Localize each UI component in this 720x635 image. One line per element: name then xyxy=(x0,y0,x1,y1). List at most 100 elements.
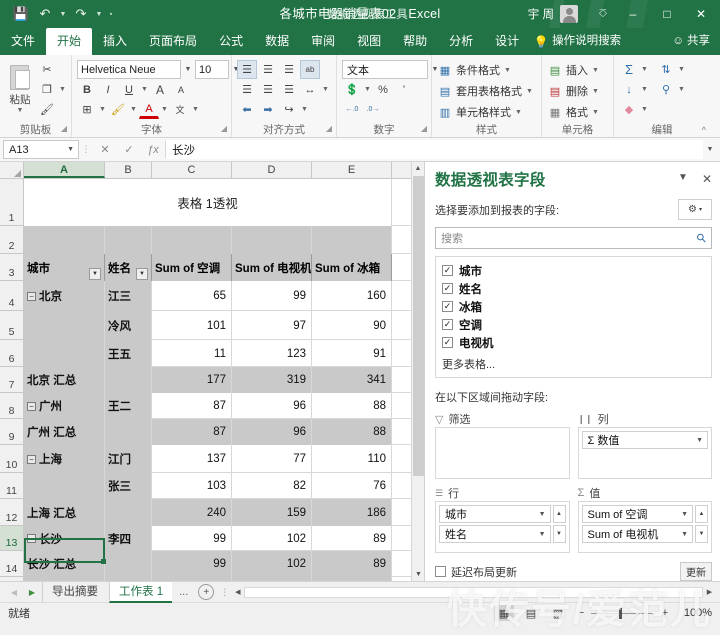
fill-color-caret[interactable]: ▼ xyxy=(129,106,138,113)
row-header-13[interactable]: 13 xyxy=(0,526,23,551)
undo-icon[interactable]: ↶ xyxy=(34,3,56,25)
defer-layout-row[interactable]: 延迟布局更新 更新 xyxy=(435,562,712,581)
accounting-format-icon[interactable]: 💲 xyxy=(342,80,362,99)
zoom-out-button[interactable]: − xyxy=(575,607,587,619)
cell-E7[interactable]: 341 xyxy=(312,367,392,393)
cell-E11[interactable]: 76 xyxy=(312,473,392,499)
pivot-table-title-cell[interactable]: 表格 1透视 xyxy=(24,179,392,226)
cell-C2[interactable] xyxy=(152,226,232,254)
conditional-formatting-caret[interactable]: ▼ xyxy=(503,67,512,74)
redo-dropdown-caret[interactable]: ▼ xyxy=(94,3,104,25)
row-header-8[interactable]: 8 xyxy=(0,393,23,419)
merge-caret[interactable]: ▼ xyxy=(321,86,330,93)
paste-dropdown-caret[interactable]: ▼ xyxy=(16,107,25,114)
fill-caret[interactable]: ▼ xyxy=(640,86,649,93)
pivot-search-input[interactable]: 搜索 ⚲ xyxy=(435,227,712,249)
align-left-icon[interactable]: ☰ xyxy=(237,80,257,99)
view-page-layout-icon[interactable]: ▤ xyxy=(521,605,541,621)
sheet-overflow-icon[interactable]: ... xyxy=(174,586,193,598)
cell-E10[interactable]: 110 xyxy=(312,445,392,473)
row-header-6[interactable]: 6 xyxy=(0,340,23,367)
zoom-slider[interactable]: − + xyxy=(575,607,671,619)
values-move-down-button[interactable]: ▼ xyxy=(695,525,708,543)
horizontal-scroll-track[interactable] xyxy=(244,587,703,598)
avatar[interactable] xyxy=(560,5,578,23)
number-dialog-launcher[interactable]: ◢ xyxy=(421,122,427,136)
cell-C7[interactable]: 177 xyxy=(152,367,232,393)
zoom-in-button[interactable]: + xyxy=(659,607,671,619)
tab-view[interactable]: 视图 xyxy=(346,28,392,55)
align-middle-icon[interactable]: ☰ xyxy=(258,60,278,79)
format-as-table-caret[interactable]: ▼ xyxy=(525,88,534,95)
cell-A14[interactable]: 长沙 汇总 xyxy=(24,551,105,577)
font-color-icon[interactable]: A xyxy=(139,100,159,119)
clear-icon[interactable]: ◆ xyxy=(619,100,639,119)
cell-A10[interactable]: −上海 xyxy=(24,445,105,473)
cell-B3[interactable]: 姓名▼ xyxy=(105,254,152,281)
minimize-button[interactable]: – xyxy=(616,0,650,28)
customize-qat-caret[interactable]: ▪ xyxy=(106,3,116,25)
cell-C3[interactable]: Sum of 空调 xyxy=(152,254,232,281)
redo-icon[interactable]: ↷ xyxy=(70,3,92,25)
paste-button[interactable]: 粘贴 ▼ xyxy=(4,60,36,114)
name-box-caret[interactable]: ▼ xyxy=(67,146,78,153)
cell-C9[interactable]: 87 xyxy=(152,419,232,445)
format-painter-icon[interactable]: 🖌 xyxy=(37,100,57,119)
row-header-11[interactable]: 11 xyxy=(0,473,23,499)
align-bottom-icon[interactable]: ☰ xyxy=(279,60,299,79)
italic-button[interactable]: I xyxy=(98,80,118,99)
collapse-group-icon[interactable]: − xyxy=(27,402,36,411)
cell-B12[interactable] xyxy=(105,499,152,526)
decrease-decimal-icon[interactable]: .0→ xyxy=(363,100,383,119)
cell-A15[interactable]: 总计 xyxy=(24,577,105,581)
cell-A13[interactable]: −长沙 xyxy=(24,526,105,551)
cell-B6[interactable]: 王五 xyxy=(105,340,152,367)
format-as-table-button[interactable]: ▤ 套用表格格式 ▼ xyxy=(437,81,536,101)
pivot-panel-close-icon[interactable]: ✕ xyxy=(702,172,712,186)
cell-E5[interactable]: 90 xyxy=(312,311,392,340)
cell-E12[interactable]: 186 xyxy=(312,499,392,526)
column-header-d[interactable]: D xyxy=(232,162,312,178)
table-row[interactable] xyxy=(24,226,424,254)
value-field-chip-ac[interactable]: Sum of 空调 ▼ xyxy=(582,505,694,523)
cell-C8[interactable]: 87 xyxy=(152,393,232,419)
row-header-15[interactable]: 15 xyxy=(0,577,23,581)
scroll-right-arrow[interactable]: ▶ xyxy=(703,586,716,599)
borders-caret[interactable]: ▼ xyxy=(98,106,107,113)
tell-me-search[interactable]: 操作说明搜索 xyxy=(552,28,629,55)
cut-icon[interactable]: ✂ xyxy=(37,60,57,79)
cell-E15[interactable]: 704 xyxy=(312,577,392,581)
row-header-12[interactable]: 12 xyxy=(0,499,23,526)
defer-layout-checkbox[interactable] xyxy=(435,566,446,577)
clipboard-dialog-launcher[interactable]: ◢ xyxy=(61,122,67,136)
underline-button[interactable]: U xyxy=(119,80,139,99)
tab-review[interactable]: 审阅 xyxy=(300,28,346,55)
conditional-formatting-button[interactable]: ▦ 条件格式 ▼ xyxy=(437,60,536,80)
alignment-dialog-launcher[interactable]: ◢ xyxy=(326,122,332,136)
cell-D12[interactable]: 159 xyxy=(232,499,312,526)
font-color-caret[interactable]: ▼ xyxy=(160,106,169,113)
cell-B7[interactable] xyxy=(105,367,152,393)
pivot-field-3[interactable]: ✓空调 xyxy=(442,316,705,334)
tab-design[interactable]: 设计 xyxy=(484,28,530,55)
sort-filter-icon[interactable]: ⇅ xyxy=(656,60,676,79)
fill-icon[interactable]: ↓ xyxy=(619,80,639,99)
cell-C15[interactable]: 603 xyxy=(152,577,232,581)
cell-D15[interactable]: 676 xyxy=(232,577,312,581)
grid-cells[interactable]: 表格 1透视城市▼姓名▼Sum of 空调Sum of 电视机Sum of 冰箱… xyxy=(24,179,424,581)
phonetic-guide-icon[interactable]: 文 xyxy=(170,100,190,119)
cell-B13[interactable]: 李四 xyxy=(105,526,152,551)
collapse-ribbon-icon[interactable]: ^ xyxy=(702,125,706,135)
sheet-tab-worksheet1[interactable]: 工作表 1 xyxy=(109,582,172,603)
sheet-tab-export-summary[interactable]: 导出摘要 xyxy=(42,582,107,603)
table-row[interactable]: 总计 603676704 xyxy=(24,577,424,581)
font-dialog-launcher[interactable]: ◢ xyxy=(221,122,227,136)
cancel-edit-icon[interactable]: ✕ xyxy=(93,140,117,159)
collapse-group-icon[interactable]: − xyxy=(27,534,36,543)
pivot-field-0[interactable]: ✓城市 xyxy=(442,262,705,280)
cell-B5[interactable]: 冷风 xyxy=(105,311,152,340)
clear-caret[interactable]: ▼ xyxy=(640,106,649,113)
cell-styles-button[interactable]: ▥ 单元格样式 ▼ xyxy=(437,102,536,122)
font-name-input[interactable]: Helvetica Neue xyxy=(77,60,181,79)
sort-filter-caret[interactable]: ▼ xyxy=(677,66,686,73)
